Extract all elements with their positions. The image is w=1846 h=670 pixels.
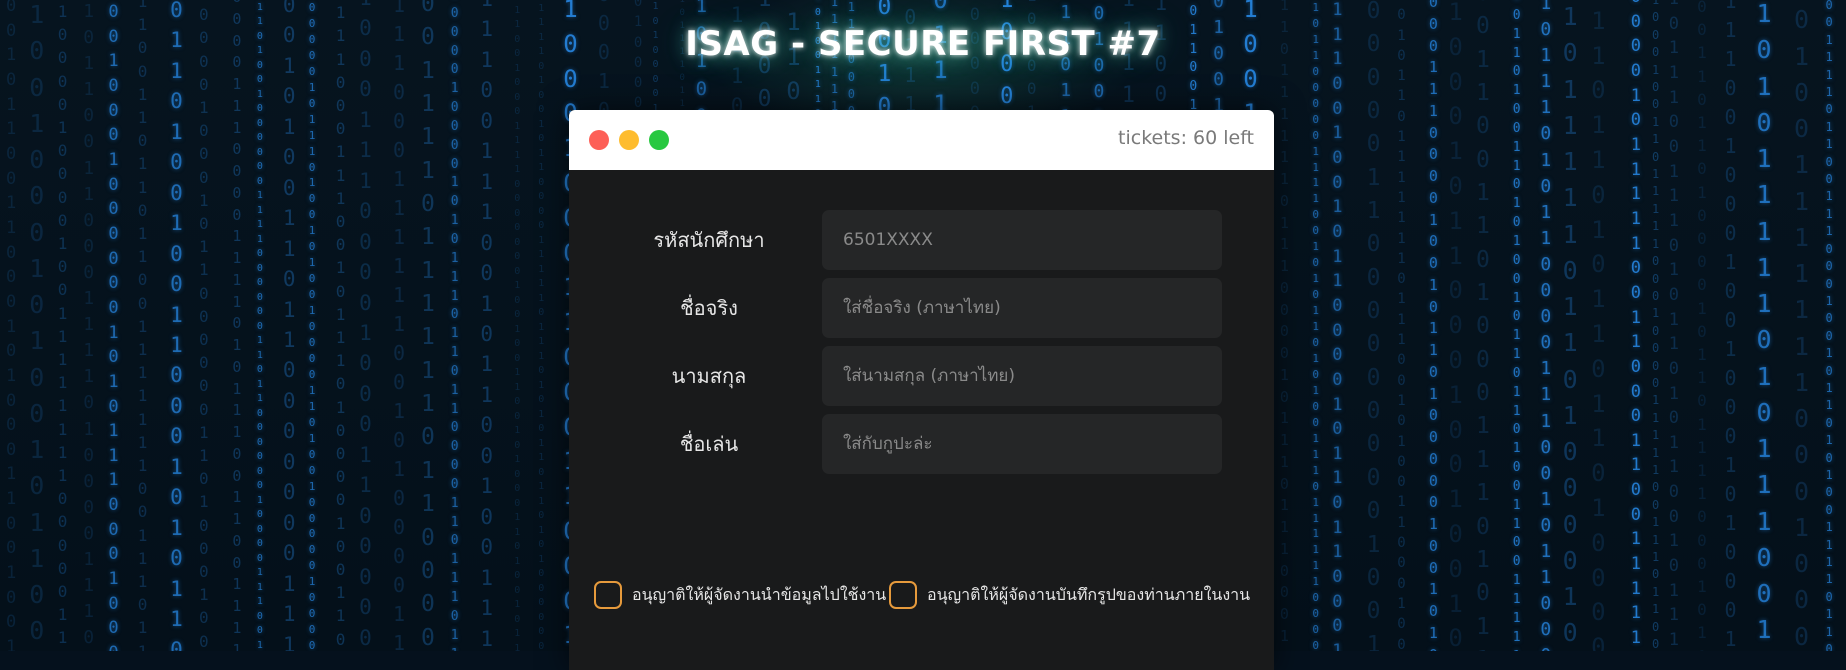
matrix-digit-column: 0 1 1 1 0 0 0 1 1 1 0 0 1 0 1 1 1 0 1 0 …: [335, 3, 346, 649]
matrix-digit-column: 0 1 1 0 1 1 0 1 0 1 1 0 1 1 0 1 0 0 0 0: [1591, 6, 1606, 651]
matrix-digit-column: 1 0 1 1 1 1 1 0 1 1 0 1 0 0 0 0 1 0 1: [1562, 2, 1578, 648]
form-row-nickname: ชื่อเล่น: [569, 414, 1274, 474]
close-dot[interactable]: [589, 130, 609, 150]
matrix-digit-column: 1 1 0 1 1 1 1 1 1 0 1 1 1 0 0 0 0 1 0 1 …: [1279, 0, 1289, 651]
nickname-input[interactable]: [822, 414, 1222, 474]
matrix-digit-column: 1 0 1 1 0 0 1 1 0 0 0 1 1 1 1 0 1 0 0 0 …: [83, 1, 95, 649]
matrix-digit-column: 1 0 0 0 1 1 1 0 0 0 0 1 0 0 0 1 1 0 0 0 …: [359, 0, 372, 650]
matrix-digit-column: 0 0 0 0 0 1 0 0 0 0 1 0 1 0 1 1 1 0 1 1 …: [450, 0, 459, 651]
matrix-digit-column: 0 0 1 1 1 1 0 1 1 0 0 1 1 1 0 0 0 1 0 0 …: [1825, 0, 1833, 651]
last-name-label: นามสกุล: [671, 364, 747, 388]
matrix-digit-column: 0 0 1 1 0 0 1 1 0 1 0 0 0 1 1 1 0 1 0 1 …: [1476, 0, 1490, 651]
consent-photo: อนุญาติให้ผู้จัดงานบันทึกรูปของท่านภายใน…: [889, 580, 1250, 610]
matrix-digit-column: 0 0 1 1 1 1 0 1 1 1 1 1 1 0 1 1 0 0 0 0 …: [421, 0, 435, 651]
form-row-student-id: รหัสนักศึกษา: [569, 210, 1274, 270]
form-row-last-name: นามสกุล: [569, 346, 1274, 406]
form-row-first-name: ชื่อจริง: [569, 278, 1274, 338]
matrix-digit-column: 1 1 1 0 0 1 0 0 0 1 0 0 1 0 0 0 1 0 1 0 …: [1724, 0, 1737, 651]
tickets-remaining: tickets: 60 left: [1118, 127, 1254, 149]
matrix-digit-column: 0 0 0 0 0 1 0 0 0 1 0 1 1 0 0 0 0 0 0 1 …: [199, 0, 209, 651]
matrix-digit-column: 0 0 1 0 0 0 1 0 0 0 0 0 0 1 0 1 0 1 1 1 …: [108, 2, 119, 651]
matrix-digit-column: 1 0 0 0 0 1 0 0 0 0 1 0 0 1 1 1 1 1 1 1 …: [57, 2, 68, 648]
consent-data-usage-label: อนุญาติให้ผู้จัดงานนำข้อมูลไปใช้งาน: [632, 584, 887, 604]
student-id-input[interactable]: [822, 210, 1222, 270]
last-name-input[interactable]: [822, 346, 1222, 406]
matrix-digit-column: 1 0 0 1 0 0 0 1 0 1 0 0 1 0 1 1 0 0 0: [29, 0, 45, 646]
matrix-digit-column: 0 0 0 0 0 1 1 0 0 0 0 0 0 0 0 0 1 0 0 1 …: [1366, 0, 1381, 651]
consent-data-usage: อนุญาติให้ผู้จัดงานนำข้อมูลไปใช้งาน: [594, 580, 886, 610]
nickname-label: ชื่อเล่น: [679, 432, 739, 456]
matrix-digit-column: 0 0 1 0 1 0 0 1 1 0 1 1 0 0 0 0 0 0 0 1 …: [282, 0, 296, 651]
first-name-label: ชื่อจริง: [680, 296, 738, 320]
matrix-digit-column: 0 1 1 0 1 0 0 1 0 0 1 1 0 0 0 1 0 1 0 1 …: [170, 0, 183, 651]
matrix-digit-column: 0 0 1 1 0 1 1 0 1 0 0 0 0 1 0 1 1 0 1 1 …: [1697, 0, 1707, 651]
consent-data-usage-checkbox[interactable]: [594, 581, 622, 609]
student-id-label: รหัสนักศึกษา: [653, 228, 765, 252]
matrix-digit-column: 0 0 0 1 1 1 0 0 0 0 1 0 0 1 0 1 1 0 1 0 …: [1428, 0, 1438, 651]
maximize-dot[interactable]: [649, 130, 669, 150]
matrix-digit-column: 1 0 0 0 1 0 0 1 1 0 1 1 1 1 1 0 0 0 1 0 …: [1652, 0, 1660, 651]
window-title-bar: tickets: 60 left: [569, 110, 1274, 170]
matrix-digit-column: 0 0 0 0 0 1 0 1 1 1 0 1 0 0 1 0 1 0 0 1 …: [308, 1, 316, 651]
matrix-digit-column: 1 1 1 0 0 1 1 1 0 0 1 0 1 1 0 0 1 0 0 1 …: [480, 0, 494, 651]
matrix-digit-column: 0 0 1 0 1 1 0 0 1 1 0 0 0 1 0 1 0 0 0 1 …: [6, 0, 17, 651]
matrix-digit-column: 0 1 1 0 0 1 0 0 0 1 1 1 1 0 0 0 0 0 0 0 …: [514, 0, 521, 651]
minimize-dot[interactable]: [619, 130, 639, 150]
matrix-digit-column: 1 0 1 0 1 1 0 1 1 1 1 1 1 1 0 1 1 1 0 0 …: [1397, 0, 1406, 651]
matrix-digit-column: 1 1 1 0 1 0 0 1 0 0 0 0 0 0 1 1 1 1 0 0 …: [256, 1, 263, 651]
matrix-digit-column: 0 0 0 0 1 0 1 1 1 1 1 0 0 1 1 0 0 0 1 1 …: [1630, 0, 1641, 649]
matrix-digit-column: 1 0 1 1 1 0 1 0 1 1 0 0 0 0 1 1 1 0 0 1 …: [1540, 0, 1552, 651]
matrix-digit-column: 1 1 1 0 0 1 0 0 1 0 1 1 0 0 0 0 1 0 1 1 …: [1332, 0, 1343, 651]
matrix-digit-column: 1 0 1 0 1 1 1 1 1 0 1 0 1 1 1 0 0 1 0: [1756, 0, 1772, 645]
matrix-digit-column: 1 1 1 0 0 0 1 1 1 1 1 1 0 0 1 0 1 0 0 0 …: [393, 0, 406, 651]
matrix-digit-column: 1 0 1 1 1 0 0 1 1 1 0 1 0 1 1 0 1 0 1 1 …: [1668, 0, 1680, 651]
registration-window: tickets: 60 left รหัสนักศึกษา ชื่อจริง น…: [569, 110, 1274, 670]
page-title: ISAG - SECURE FIRST #7: [685, 24, 1161, 64]
matrix-digit-column: 1 0 1 0 0 1 1 1 1 1 1 1 0 0 0 1 0 0 0: [1794, 5, 1810, 651]
first-name-input[interactable]: [822, 278, 1222, 338]
consent-photo-label: อนุญาติให้ผู้จัดงานบันทึกรูปของท่านภายใน…: [927, 584, 1251, 604]
matrix-digit-column: 1 0 1 1 0 0 0 0 0 1 1 1 1 0 0 1 0 1 0 1 …: [1312, 1, 1320, 651]
consent-photo-checkbox[interactable]: [889, 581, 917, 609]
matrix-digit-column: 1 1 1 1 1 0 1 0 0 1 0 1 1 0 0 0 0 1 1 1 …: [538, 2, 545, 652]
matrix-digit-column: 0 0 1 1 0 1 0 0 1 1 0 1 0 1 0 0 1 0 1 1 …: [1512, 0, 1521, 651]
matrix-digit-column: 0 0 0 0 1 1 1 0 0 0 0 1 1 1 1 0 1 0 1 1 …: [232, 0, 242, 651]
matrix-digit-column: 1 1 0 0 1 1 0 1 1 0 1 1 0 0 1 1 1 1 1 1 …: [137, 0, 148, 651]
matrix-digit-column: 1 0 0 0 1 0 1 1 0 0 0 1 0 0 1 0 0 1 0 0: [1448, 0, 1463, 651]
